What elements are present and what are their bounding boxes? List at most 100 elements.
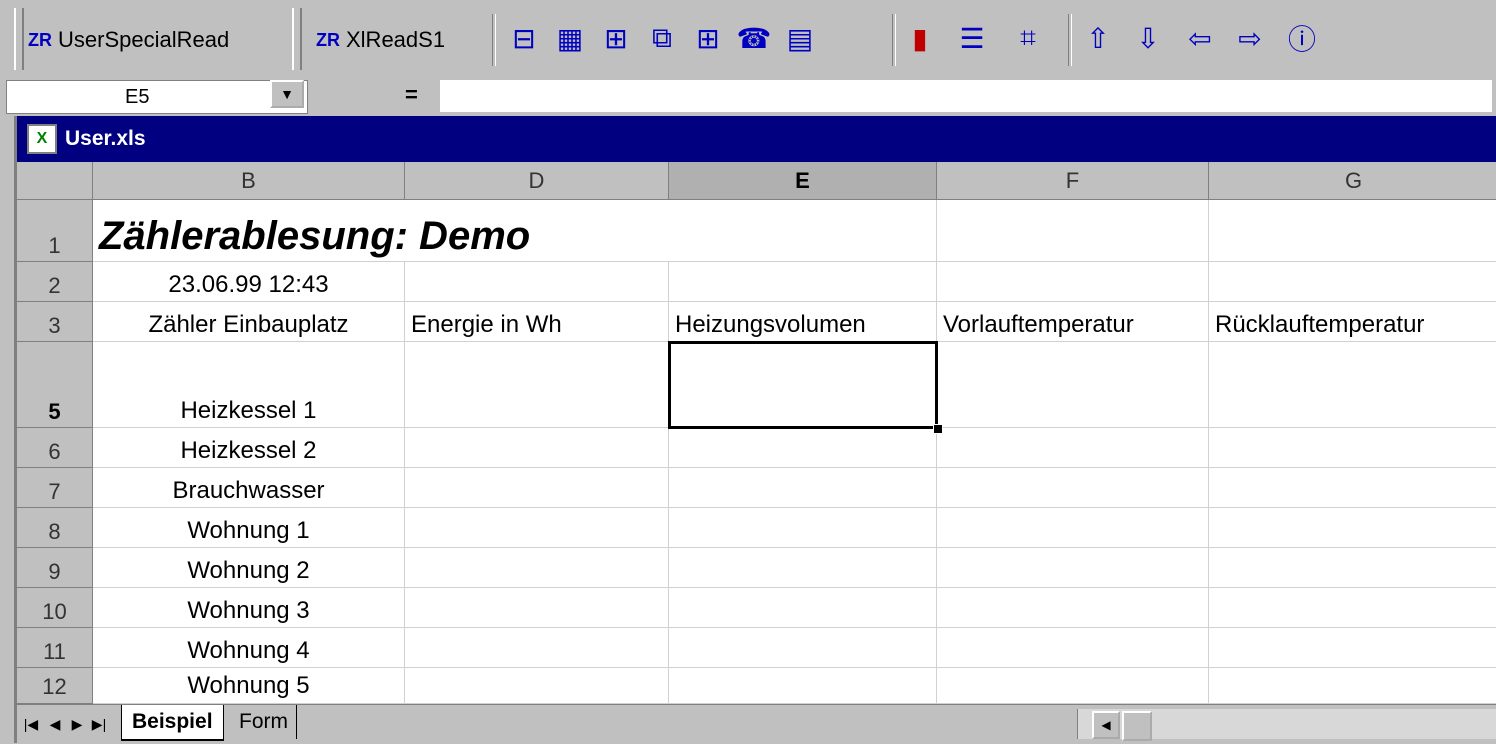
row-header-2[interactable]: 2	[17, 262, 93, 302]
scroll-thumb[interactable]	[1122, 711, 1152, 741]
header-cell-energy[interactable]: Energie in Wh	[405, 302, 669, 342]
select-all-corner[interactable]	[17, 162, 93, 200]
cell[interactable]	[1209, 342, 1496, 428]
next-sheet-button[interactable]: ▶	[67, 713, 87, 735]
row-header-6[interactable]: 6	[17, 428, 93, 468]
cell[interactable]	[405, 468, 669, 508]
horizontal-scrollbar[interactable]: ◀	[1077, 709, 1496, 741]
cell[interactable]	[669, 200, 937, 262]
column-header-g[interactable]: G	[1209, 162, 1496, 200]
first-sheet-button[interactable]: |◀	[21, 713, 41, 735]
cell[interactable]	[937, 468, 1209, 508]
sheet-title-cell[interactable]: Zählerablesung: Demo	[93, 200, 669, 262]
last-sheet-button[interactable]: ▶|	[89, 713, 109, 735]
cell[interactable]	[1209, 508, 1496, 548]
cell[interactable]	[937, 548, 1209, 588]
row-header-3[interactable]: 3	[17, 302, 93, 342]
chart-icon[interactable]: ⌗	[1010, 20, 1046, 56]
read-single-icon[interactable]: ⊟	[506, 20, 542, 56]
read-columns-icon[interactable]: ⊞	[598, 20, 634, 56]
header-cell-volume[interactable]: Heizungsvolumen	[669, 302, 937, 342]
cell[interactable]	[669, 588, 937, 628]
header-cell-return-temp[interactable]: Rücklauftemperatur	[1209, 302, 1496, 342]
read-phone-icon[interactable]: ☎	[736, 20, 772, 56]
toolbar-grip[interactable]	[292, 8, 302, 70]
row-header-5[interactable]: 5	[17, 342, 93, 428]
prev-sheet-button[interactable]: ◀	[45, 713, 65, 735]
cell[interactable]	[937, 342, 1209, 428]
cell[interactable]	[1209, 262, 1496, 302]
cell[interactable]	[937, 200, 1209, 262]
header-cell-flow-temp[interactable]: Vorlauftemperatur	[937, 302, 1209, 342]
cell[interactable]	[669, 508, 937, 548]
cell[interactable]	[669, 428, 937, 468]
location-cell[interactable]: Heizkessel 1	[93, 342, 405, 428]
arrow-left-icon[interactable]: ⇦	[1182, 20, 1218, 56]
cell[interactable]	[405, 428, 669, 468]
read-register-icon[interactable]: ⧉	[644, 20, 680, 56]
cell[interactable]	[1209, 668, 1496, 704]
toolbar-grip[interactable]	[14, 8, 24, 70]
cell[interactable]	[669, 548, 937, 588]
cell[interactable]	[937, 588, 1209, 628]
row-header-12[interactable]: 12	[17, 668, 93, 704]
cell[interactable]	[937, 428, 1209, 468]
cell[interactable]	[405, 262, 669, 302]
location-cell[interactable]: Wohnung 3	[93, 588, 405, 628]
user-special-read-button[interactable]: ZR UserSpecialRead	[28, 12, 229, 68]
read-multi-icon[interactable]: ⊞	[690, 20, 726, 56]
cell[interactable]	[1209, 628, 1496, 668]
arrow-down-icon[interactable]: ⇩	[1130, 20, 1166, 56]
cell[interactable]	[937, 668, 1209, 704]
tab-form[interactable]: Form	[231, 705, 297, 739]
info-chart-icon[interactable]: ⓘ	[1284, 20, 1320, 56]
cell[interactable]	[669, 262, 937, 302]
location-cell[interactable]: Wohnung 2	[93, 548, 405, 588]
cell[interactable]	[937, 628, 1209, 668]
column-header-b[interactable]: B	[93, 162, 405, 200]
cell[interactable]	[669, 628, 937, 668]
cell[interactable]	[405, 508, 669, 548]
cell[interactable]	[1209, 200, 1496, 262]
bar-chart-icon[interactable]: ▮	[902, 20, 938, 56]
row-header-1[interactable]: 1	[17, 200, 93, 262]
timestamp-cell[interactable]: 23.06.99 12:43	[93, 262, 405, 302]
row-header-9[interactable]: 9	[17, 548, 93, 588]
cell[interactable]	[1209, 548, 1496, 588]
cell[interactable]	[405, 588, 669, 628]
cell[interactable]	[669, 468, 937, 508]
read-grid-icon[interactable]: ▦	[552, 20, 588, 56]
cell[interactable]	[1209, 428, 1496, 468]
cell[interactable]	[1209, 468, 1496, 508]
name-box[interactable]: E5	[6, 80, 308, 114]
arrow-right-icon[interactable]: ⇨	[1232, 20, 1268, 56]
tab-beispiel[interactable]: Beispiel	[121, 705, 224, 741]
cell[interactable]	[937, 262, 1209, 302]
cell[interactable]	[937, 508, 1209, 548]
cell[interactable]	[405, 628, 669, 668]
cell[interactable]	[1209, 588, 1496, 628]
location-cell[interactable]: Heizkessel 2	[93, 428, 405, 468]
xl-read-s1-button[interactable]: ZR XlReadS1	[316, 12, 445, 68]
location-cell[interactable]: Wohnung 5	[93, 668, 405, 704]
location-cell[interactable]: Wohnung 1	[93, 508, 405, 548]
name-box-dropdown[interactable]: ▼	[270, 80, 304, 108]
formula-input[interactable]	[440, 80, 1492, 112]
column-header-d[interactable]: D	[405, 162, 669, 200]
header-cell-location[interactable]: Zähler Einbauplatz	[93, 302, 405, 342]
column-header-e[interactable]: E	[669, 162, 937, 200]
row-header-8[interactable]: 8	[17, 508, 93, 548]
excel-file-icon[interactable]: X	[27, 124, 57, 154]
location-cell[interactable]: Wohnung 4	[93, 628, 405, 668]
row-header-7[interactable]: 7	[17, 468, 93, 508]
arrow-up-icon[interactable]: ⇧	[1080, 20, 1116, 56]
column-header-f[interactable]: F	[937, 162, 1209, 200]
cell[interactable]	[405, 548, 669, 588]
cell[interactable]	[669, 668, 937, 704]
row-header-11[interactable]: 11	[17, 628, 93, 668]
list-icon[interactable]: ☰	[954, 20, 990, 56]
active-cell-selection[interactable]	[668, 341, 938, 429]
read-values-icon[interactable]: ▤	[782, 20, 818, 56]
cell[interactable]	[405, 342, 669, 428]
cell[interactable]	[405, 668, 669, 704]
